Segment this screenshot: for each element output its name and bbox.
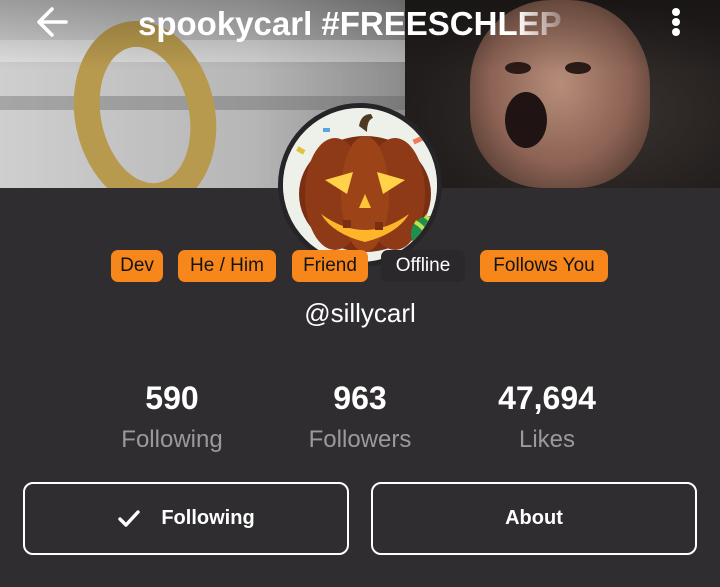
about-button[interactable]: About (371, 482, 697, 555)
badge-friend: Friend (292, 250, 368, 282)
badge-follows-you: Follows You (480, 250, 608, 282)
following-button[interactable]: Following (23, 482, 349, 555)
avatar[interactable] (270, 99, 450, 267)
stat-label: Following (121, 426, 223, 453)
username-handle: @sillycarl (304, 298, 416, 328)
following-button-label: Following (161, 507, 255, 529)
badge-pronouns: He / Him (178, 250, 276, 282)
stat-label: Followers (308, 426, 412, 453)
page-title: spookycarl #FREESCHLEP (138, 5, 562, 42)
stat-label: Likes (518, 426, 576, 453)
more-vertical-icon (672, 8, 680, 16)
more-options-button[interactable] (664, 2, 688, 42)
back-button[interactable] (32, 4, 72, 40)
stat-value: 47,694 (498, 380, 596, 416)
about-button-label: About (505, 507, 563, 529)
stat-followers[interactable]: 963 Followers (260, 376, 460, 460)
stat-value: 590 (145, 380, 199, 416)
stat-likes[interactable]: 47,694 Likes (447, 376, 647, 460)
jack-o-lantern-avatar (278, 103, 442, 267)
badge-dev: Dev (111, 250, 163, 282)
checkmark-icon (117, 509, 141, 529)
badge-offline: Offline (381, 250, 465, 282)
arrow-left-icon (37, 7, 68, 37)
stat-following[interactable]: 590 Following (72, 376, 272, 460)
stat-value: 963 (333, 380, 387, 416)
